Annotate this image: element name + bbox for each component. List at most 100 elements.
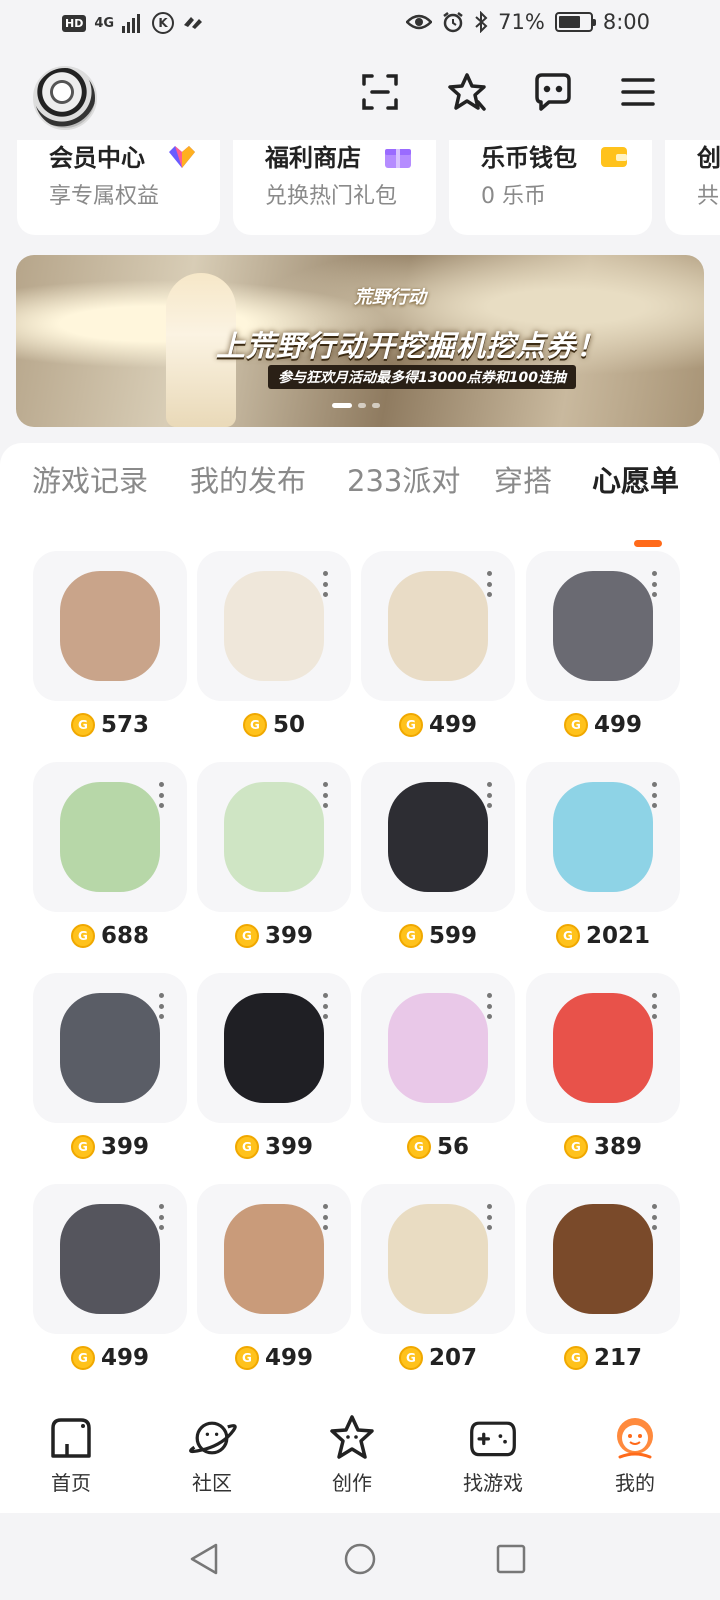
lebi-wallet-card[interactable]: 乐币钱包 0 乐币 xyxy=(449,140,652,235)
nav-find-games[interactable]: 找游戏 xyxy=(443,1413,543,1497)
profile-tabs: 游戏记录 我的发布 233派对 穿搭 心愿单 xyxy=(0,461,720,547)
wishlist-item[interactable]: G 399 xyxy=(197,762,351,967)
recents-icon[interactable] xyxy=(491,1539,531,1579)
price-value: 2021 xyxy=(585,923,650,949)
item-price: G 399 xyxy=(197,922,351,950)
scan-icon[interactable] xyxy=(358,70,402,114)
more-options-icon[interactable] xyxy=(487,1204,493,1230)
wishlist-item[interactable]: G 688 xyxy=(33,762,187,967)
hd-icon: HD xyxy=(62,14,87,32)
more-options-icon[interactable] xyxy=(159,1204,165,1230)
content-panel: 游戏记录 我的发布 233派对 穿搭 心愿单 G 573 G 50 G 499 G 499 G 6… xyxy=(0,443,720,1403)
coin-icon: G xyxy=(70,713,95,737)
more-options-icon[interactable] xyxy=(323,1204,329,1230)
wishlist-item[interactable]: G 56 xyxy=(361,973,515,1178)
message-icon[interactable] xyxy=(531,70,575,114)
outfit-image xyxy=(224,571,324,681)
coin-icon: G xyxy=(563,1346,588,1370)
item-price: G 399 xyxy=(33,1133,187,1161)
promo-banner[interactable]: 荒野行动 上荒野行动开挖掘机挖点券！ 参与狂欢月活动最多得13000点券和100… xyxy=(16,255,704,427)
active-tab-indicator xyxy=(634,540,662,547)
price-value: 217 xyxy=(593,1345,642,1371)
tab-233-party[interactable]: 233派对 xyxy=(347,461,460,501)
wishlist-item[interactable]: G 50 xyxy=(197,551,351,756)
nav-community[interactable]: 社区 xyxy=(162,1413,262,1497)
home-circle-icon[interactable] xyxy=(340,1539,380,1579)
more-options-icon[interactable] xyxy=(652,782,658,808)
nav-label: 我的 xyxy=(615,1471,655,1495)
card-subtitle: 0 乐币 xyxy=(481,184,546,209)
more-options-icon[interactable] xyxy=(487,993,493,1019)
tab-my-posts[interactable]: 我的发布 xyxy=(190,461,306,501)
more-options-icon[interactable] xyxy=(487,782,493,808)
price-value: 499 xyxy=(100,1345,149,1371)
nav-me[interactable]: 我的 xyxy=(585,1413,685,1497)
nav-create[interactable]: 创作 xyxy=(302,1413,402,1497)
wishlist-item[interactable]: G 389 xyxy=(526,973,680,1178)
star-icon[interactable] xyxy=(445,70,489,114)
battery-icon xyxy=(554,12,596,32)
more-options-icon[interactable] xyxy=(323,993,329,1019)
tab-game-records[interactable]: 游戏记录 xyxy=(32,461,148,501)
wishlist-item[interactable]: G 573 xyxy=(33,551,187,756)
coin-icon: G xyxy=(398,924,423,948)
more-options-icon[interactable] xyxy=(652,571,658,597)
more-options-icon[interactable] xyxy=(323,571,329,597)
item-price: G 499 xyxy=(33,1344,187,1372)
price-value: 399 xyxy=(264,1134,313,1160)
nav-label: 首页 xyxy=(51,1471,91,1495)
wishlist-item[interactable]: G 499 xyxy=(361,551,515,756)
bottom-nav: 首页 社区 创作 找游戏 我的 xyxy=(0,1403,720,1513)
app-notify-icon xyxy=(184,17,203,29)
alarm-icon xyxy=(443,12,463,33)
wishlist-item[interactable]: G 599 xyxy=(361,762,515,967)
create-card[interactable]: 创 共 xyxy=(665,140,720,235)
outfit-image xyxy=(224,782,324,892)
wishlist-item[interactable]: G 499 xyxy=(197,1184,351,1389)
nav-label: 找游戏 xyxy=(463,1471,523,1495)
price-value: 56 xyxy=(436,1134,469,1160)
more-options-icon[interactable] xyxy=(159,782,165,808)
wishlist-item[interactable]: G 217 xyxy=(526,1184,680,1389)
outfit-image xyxy=(388,1204,488,1314)
banner-pager xyxy=(332,403,380,408)
wishlist-item[interactable]: G 399 xyxy=(33,973,187,1178)
wishlist-item[interactable]: G 2021 xyxy=(526,762,680,967)
more-options-icon[interactable] xyxy=(159,993,165,1019)
wishlist-item[interactable]: G 499 xyxy=(33,1184,187,1389)
coin-icon: G xyxy=(563,1135,588,1159)
more-options-icon[interactable] xyxy=(652,993,658,1019)
more-options-icon[interactable] xyxy=(323,782,329,808)
vip-center-card[interactable]: 会员中心 享专属权益 xyxy=(17,140,220,235)
banner-subtitle: 参与狂欢月活动最多得13000点券和100连抽 xyxy=(268,365,576,389)
more-options-icon[interactable] xyxy=(487,571,493,597)
item-price: G 217 xyxy=(526,1344,680,1372)
signal-icon xyxy=(122,14,141,33)
outfit-image xyxy=(553,782,653,892)
tab-wishlist[interactable]: 心愿单 xyxy=(592,461,679,501)
wishlist-item[interactable]: G 499 xyxy=(526,551,680,756)
system-nav-bar xyxy=(0,1513,720,1600)
wishlist-item[interactable]: G 399 xyxy=(197,973,351,1178)
status-left: HD 4G K xyxy=(62,12,204,34)
card-title: 会员中心 xyxy=(49,144,145,172)
menu-icon[interactable] xyxy=(616,70,660,114)
item-price: G 688 xyxy=(33,922,187,950)
pager-dot xyxy=(358,403,366,408)
price-value: 399 xyxy=(264,923,313,949)
avatar[interactable] xyxy=(33,66,97,130)
coin-icon: G xyxy=(242,713,267,737)
item-price: G 499 xyxy=(197,1344,351,1372)
nav-home[interactable]: 首页 xyxy=(21,1413,121,1497)
eye-icon xyxy=(406,14,433,30)
crown-gem-icon xyxy=(169,146,195,168)
item-price: G 573 xyxy=(33,711,187,739)
price-value: 688 xyxy=(100,923,149,949)
more-options-icon[interactable] xyxy=(652,1204,658,1230)
pager-dot xyxy=(372,403,380,408)
back-icon[interactable] xyxy=(184,1539,224,1579)
tab-outfits[interactable]: 穿搭 xyxy=(494,461,552,501)
item-price: G 599 xyxy=(361,922,515,950)
wishlist-item[interactable]: G 207 xyxy=(361,1184,515,1389)
welfare-shop-card[interactable]: 福利商店 兑换热门礼包 xyxy=(233,140,436,235)
